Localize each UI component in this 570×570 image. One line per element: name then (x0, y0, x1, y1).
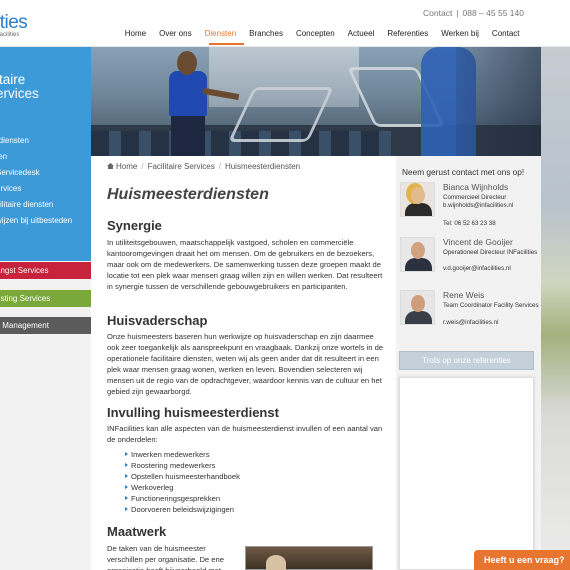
top-phone[interactable]: 088 – 45 55 140 (463, 8, 524, 18)
sidebar-title-line2: ervices (0, 86, 39, 101)
nav-concepten[interactable]: Concepten (289, 29, 341, 38)
duties-list: Inwerken medewerkers Roostering medewerk… (125, 450, 240, 515)
sidebar-item[interactable]: rdiensten (0, 133, 91, 149)
logo[interactable]: ities facilities (0, 12, 28, 38)
contact-name: Rene Weis (443, 290, 485, 300)
section-title-invulling: Invulling huismeesterdienst (107, 405, 279, 420)
nav-branches[interactable]: Branches (243, 29, 290, 38)
contact-role: Commercieel Directeur (443, 194, 507, 201)
contact-person: Rene Weis Team Coordinator Facility Serv… (400, 290, 540, 342)
nav-actueel[interactable]: Actueel (341, 29, 381, 38)
list-item: Werkoverleg (125, 483, 240, 494)
section-title-synergie: Synergie (107, 218, 162, 233)
contact-person: Bianca Wijnholds Commercieel Directeur b… (400, 182, 540, 234)
top-contact-link[interactable]: Contact (423, 8, 452, 18)
sidebar-button-label: angst Services (0, 266, 49, 275)
contact-email[interactable]: b.wijnholds@infacilities.nl (443, 202, 513, 209)
nav-active-underline (209, 43, 244, 45)
breadcrumb-current: Huismeesterdiensten (224, 162, 301, 171)
breadcrumb-parent[interactable]: Facilitaire Services (148, 162, 215, 171)
references-box (399, 377, 534, 570)
hero-person-body (169, 71, 207, 116)
avatar (400, 290, 435, 325)
top-contact-separator: | (456, 8, 459, 18)
section-text-synergie: In utiliteitsgebouwen, maatschappelijk v… (107, 238, 383, 291)
sidebar-title-line1: itaire (0, 73, 26, 87)
hero-image (91, 47, 541, 156)
sidebar-item[interactable]: wijzen bij uitbesteden (0, 213, 91, 229)
chat-tab[interactable]: Heeft u een vraag? (474, 550, 570, 570)
contact-phone[interactable]: Tel: 06 52 63 23 38 (443, 220, 496, 227)
section-text-maatwerk: De taken van de huismeester verschillen … (107, 544, 224, 570)
maatwerk-photo (245, 546, 373, 570)
main-content: Home / Facilitaire Services / Huismeesterdie… (91, 156, 396, 570)
logo-text: ities (0, 12, 28, 33)
sidebar-button-label: y Management (0, 321, 49, 330)
list-item: Doorvoeren beleidswijzigingen (125, 505, 240, 516)
contact-email[interactable]: r.weis@infacilities.nl (443, 319, 498, 326)
contact-role: Team Coordinator Facility Services (443, 302, 539, 309)
breadcrumb-separator: / (218, 162, 221, 171)
contact-name: Vincent de Gooijer (443, 237, 513, 247)
nav-contact[interactable]: Contact (485, 29, 526, 38)
breadcrumb-separator: / (141, 162, 144, 171)
contact-name: Bianca Wijnholds (443, 182, 509, 192)
list-item: Inwerken medewerkers (125, 450, 240, 461)
contact-role: Operationeel Directeur INFacilities (443, 249, 538, 256)
section-text-invulling: INFacilities kan alle aspecten van de hu… (107, 424, 383, 444)
page-title: Huismeesterdiensten (107, 186, 269, 203)
list-item: Roostering medewerkers (125, 461, 240, 472)
hero-person-legs (171, 115, 205, 156)
sidebar-title: itaire ervices (0, 73, 91, 101)
section-title-maatwerk: Maatwerk (107, 524, 167, 539)
top-contact-line: Contact | 088 – 45 55 140 (423, 8, 524, 18)
contact-person: Vincent de Gooijer Operationeel Directeu… (400, 237, 540, 289)
sidebar-item[interactable]: ten (0, 149, 91, 165)
section-text-huisvaderschap: Onze huismeesters baseren hun werkwijze … (107, 332, 384, 396)
references-button[interactable]: Trots op onze referenties (399, 351, 534, 370)
hero-person-head (177, 51, 197, 75)
sidebar-item[interactable]: ervices (0, 181, 91, 197)
nav-home[interactable]: Home (118, 29, 152, 38)
contact-sidebar: Neem gerust contact met ons op! Bianca W… (396, 156, 541, 570)
sidebar-button-testing[interactable]: esting Services (0, 290, 91, 307)
contact-email[interactable]: v.d.gooijer@infacilities.nl (443, 265, 511, 272)
sidebar-menu-panel: itaire ervices t rdiensten ten Servicede… (0, 47, 91, 261)
sidebar-item[interactable]: Servicedesk (0, 165, 91, 181)
main-nav: Home Over ons Diensten Branches Concepte… (118, 29, 526, 38)
contact-sidebar-title: Neem gerust contact met ons op! (402, 167, 525, 177)
background-art (541, 47, 570, 570)
breadcrumb: Home / Facilitaire Services / Huismeesterdie… (107, 162, 300, 171)
sidebar-item[interactable]: t (0, 117, 91, 133)
sidebar-item[interactable]: cilitaire diensten (0, 197, 91, 213)
top-bar: ities facilities Contact | 088 – 45 55 140… (0, 0, 570, 47)
nav-werken-bij[interactable]: Werken bij (435, 29, 486, 38)
section-title-huisvaderschap: Huisvaderschap (107, 313, 208, 328)
sidebar-button-label: esting Services (0, 294, 51, 303)
nav-referenties[interactable]: Referenties (381, 29, 435, 38)
avatar (400, 182, 435, 217)
list-item: Functioneringsgesprekken (125, 494, 240, 505)
sidebar-button-ontvangst[interactable]: angst Services (0, 262, 91, 279)
breadcrumb-home[interactable]: Home (116, 162, 137, 171)
sidebar-button-management[interactable]: y Management (0, 317, 91, 334)
home-icon (107, 163, 114, 169)
nav-diensten[interactable]: Diensten (198, 29, 243, 38)
avatar (400, 237, 435, 272)
maatwerk-photo-person (266, 555, 286, 570)
left-sidebar: itaire ervices t rdiensten ten Servicede… (0, 47, 91, 570)
list-item: Opstellen huismeesterhandboek (125, 472, 240, 483)
hero-shade (456, 47, 541, 156)
sidebar-menu: t rdiensten ten Servicedesk ervices cili… (0, 117, 91, 229)
nav-over-ons[interactable]: Over ons (153, 29, 198, 38)
